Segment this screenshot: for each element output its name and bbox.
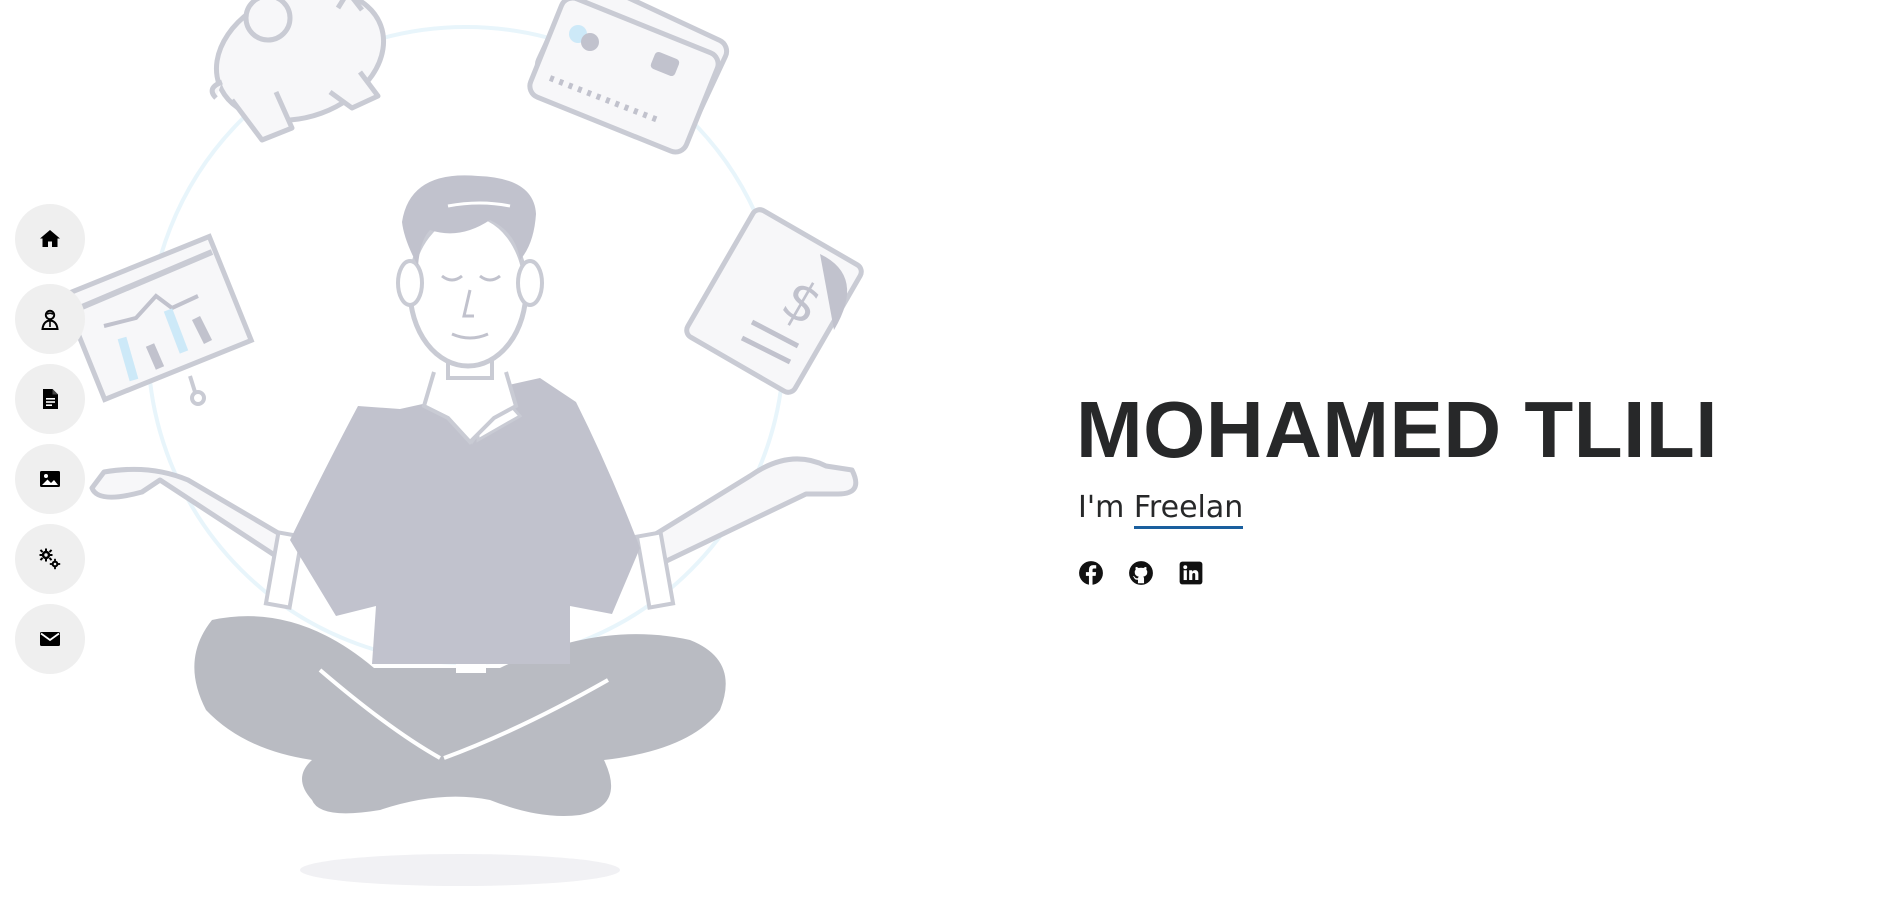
dollar-book-icon: $ bbox=[684, 207, 864, 395]
home-icon bbox=[40, 230, 60, 247]
piggy-bank-icon bbox=[209, 0, 387, 143]
github-icon bbox=[1129, 561, 1153, 585]
portfolio-page: $ MOHAMED TLILI I'm Freelan bbox=[0, 0, 1886, 905]
nav-portfolio-button[interactable] bbox=[15, 444, 85, 514]
facebook-link[interactable] bbox=[1078, 560, 1104, 586]
linkedin-link[interactable] bbox=[1178, 560, 1204, 586]
typed-role: Freelan bbox=[1133, 490, 1244, 529]
social-links bbox=[1078, 560, 1718, 586]
nav-home-button[interactable] bbox=[15, 204, 85, 274]
hero-name: MOHAMED TLILI bbox=[1076, 385, 1718, 474]
envelope-icon bbox=[40, 632, 60, 646]
image-icon bbox=[40, 471, 60, 487]
linkedin-icon bbox=[1179, 561, 1203, 585]
person-icon bbox=[41, 309, 59, 330]
hero-tagline: I'm Freelan bbox=[1078, 488, 1718, 529]
nav-about-button[interactable] bbox=[15, 284, 85, 354]
hero-section: MOHAMED TLILI I'm Freelan bbox=[1076, 380, 1718, 586]
github-link[interactable] bbox=[1128, 560, 1154, 586]
chart-board-icon bbox=[54, 233, 255, 406]
side-nav bbox=[15, 204, 85, 674]
gears-icon bbox=[39, 548, 61, 570]
document-icon bbox=[43, 389, 58, 409]
nav-services-button[interactable] bbox=[15, 524, 85, 594]
facebook-icon bbox=[1079, 561, 1103, 586]
nav-resume-button[interactable] bbox=[15, 364, 85, 434]
tagline-prefix: I'm bbox=[1078, 490, 1134, 525]
meditating-man-icon: $ bbox=[54, 0, 864, 886]
nav-contact-button[interactable] bbox=[15, 604, 85, 674]
hero-illustration: $ bbox=[40, 0, 900, 905]
